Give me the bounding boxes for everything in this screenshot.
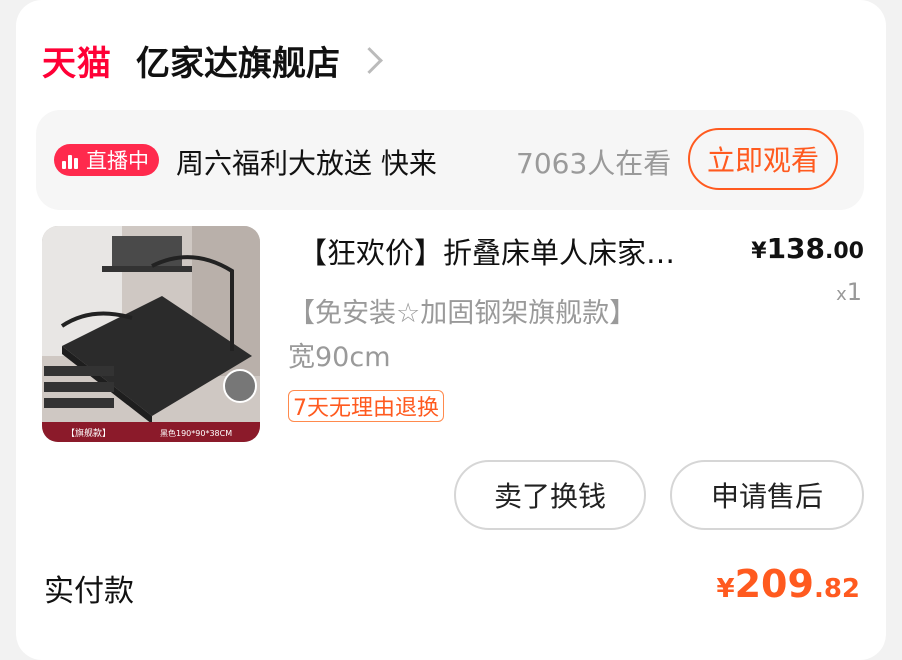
- thumb-label-left: 【旗舰款】: [66, 427, 111, 439]
- amount-paid-label: 实付款: [44, 574, 134, 609]
- tmall-logo: 天猫: [42, 43, 112, 84]
- product-spec: 【免安装☆加固钢架旗舰款】 宽90cm: [288, 292, 728, 380]
- shop-name[interactable]: 亿家达旗舰店: [136, 36, 340, 85]
- product-title[interactable]: 【狂欢价】折叠床单人床家…: [298, 230, 738, 272]
- live-bars-icon: [62, 151, 80, 169]
- product-price: ¥138.00: [751, 232, 864, 265]
- chevron-right-icon[interactable]: [356, 46, 383, 74]
- shop-header[interactable]: 天猫 亿家达旗舰店: [42, 34, 383, 86]
- spec-line-2: 宽90cm: [288, 342, 391, 373]
- order-card: 天猫 亿家达旗舰店 直播中 周六福利大放送 快来 7063人在看 立即观看 【旗…: [16, 0, 886, 660]
- after-sale-button[interactable]: 申请售后: [670, 460, 864, 530]
- amount-paid-value: ¥209.82: [716, 562, 860, 606]
- live-badge: 直播中: [54, 144, 159, 176]
- live-title: 周六福利大放送 快来: [176, 147, 437, 180]
- live-stream-bar[interactable]: 直播中 周六福利大放送 快来 7063人在看 立即观看: [36, 110, 864, 210]
- return-policy-tag: 7天无理由退换: [288, 390, 444, 422]
- watch-now-button[interactable]: 立即观看: [688, 128, 838, 190]
- product-thumbnail[interactable]: 【旗舰款】 黑色190*90*38CM: [42, 226, 260, 442]
- sell-for-cash-button[interactable]: 卖了换钱: [454, 460, 646, 530]
- live-badge-label: 直播中: [86, 149, 149, 173]
- spec-line-1: 【免安装☆加固钢架旗舰款】: [288, 298, 637, 329]
- thumb-label-right: 黑色190*90*38CM: [160, 428, 232, 438]
- live-viewer-count: 7063人在看: [516, 147, 672, 180]
- folding-bed-image: 【旗舰款】 黑色190*90*38CM: [42, 226, 260, 442]
- product-quantity: x1: [836, 278, 862, 306]
